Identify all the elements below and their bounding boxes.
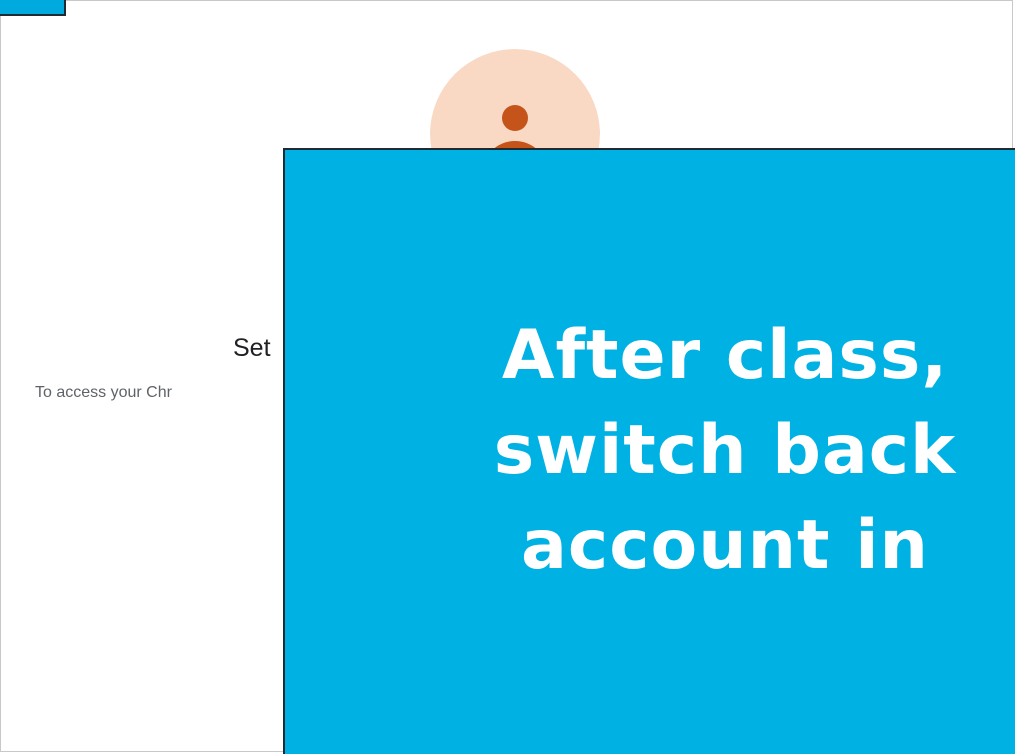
dialog-subtitle: To access your Chr [35, 384, 172, 401]
dialog-title: Set [233, 334, 271, 362]
instruction-callout: After class, switch back account in [283, 148, 1015, 754]
screenshot-stage: Set To access your Chr After class, swit… [0, 0, 1015, 754]
corner-tab-marker [0, 0, 66, 16]
person-icon [502, 105, 528, 131]
instruction-line-3: account in [521, 506, 929, 585]
instruction-line-1: After class, [501, 316, 949, 395]
instruction-line-2: switch back [493, 411, 957, 490]
instruction-text: After class, switch back account in [305, 308, 1015, 593]
